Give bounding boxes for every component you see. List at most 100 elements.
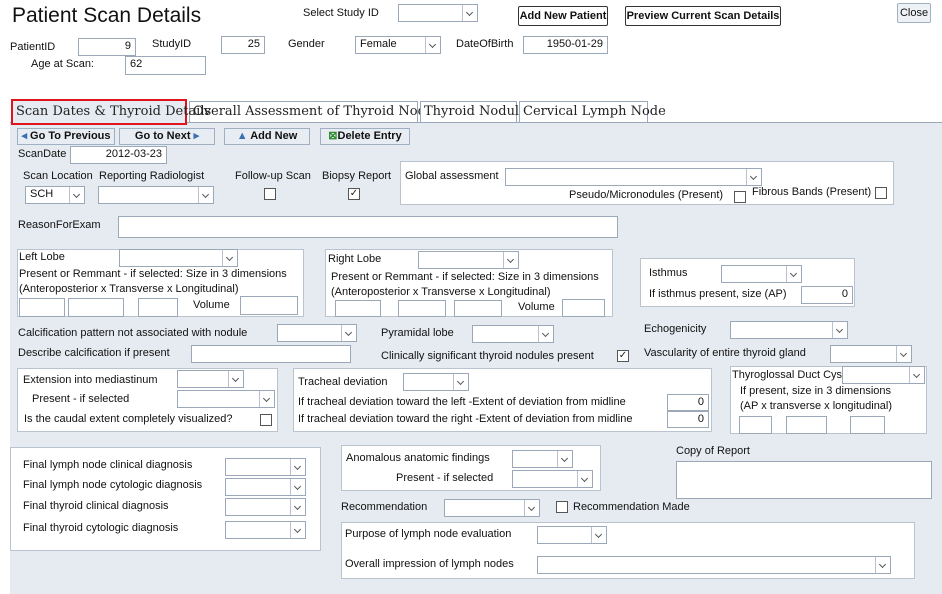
clinically-checkbox[interactable]: ✓ bbox=[617, 350, 629, 362]
tab-scan-dates[interactable]: Scan Dates & Thyroid Details bbox=[11, 99, 211, 125]
chevron-down-icon[interactable] bbox=[503, 252, 518, 268]
chevron-down-icon[interactable] bbox=[557, 451, 572, 467]
chevron-down-icon[interactable] bbox=[259, 391, 274, 407]
mediastinum-combo[interactable] bbox=[177, 370, 244, 388]
chevron-down-icon[interactable] bbox=[453, 374, 468, 390]
chevron-down-icon[interactable] bbox=[425, 37, 440, 53]
vascularity-combo[interactable] bbox=[830, 345, 912, 363]
copy-of-report-field[interactable] bbox=[676, 461, 932, 499]
right-lobe-dim-1[interactable] bbox=[335, 300, 381, 317]
left-lobe-volume[interactable] bbox=[240, 296, 298, 315]
biopsy-checkbox[interactable]: ✓ bbox=[348, 188, 360, 200]
dob-label: DateOfBirth bbox=[456, 38, 514, 50]
thyroglossal-combo[interactable] bbox=[842, 366, 925, 384]
delete-record-icon: ⊠ bbox=[328, 130, 338, 142]
scan-date-field[interactable]: 2012-03-23 bbox=[70, 146, 167, 164]
tracheal-deviation-combo[interactable] bbox=[403, 373, 469, 391]
left-lobe-dim-2[interactable] bbox=[68, 298, 124, 317]
fibrous-checkbox[interactable] bbox=[875, 187, 887, 199]
chevron-down-icon[interactable] bbox=[577, 471, 592, 487]
chevron-down-icon[interactable] bbox=[896, 346, 911, 362]
age-field[interactable]: 62 bbox=[125, 56, 206, 75]
reason-field[interactable] bbox=[118, 216, 618, 238]
pyramidal-combo[interactable] bbox=[472, 325, 554, 343]
go-previous-label: Go To Previous bbox=[30, 130, 111, 142]
anomalous-combo[interactable] bbox=[512, 450, 573, 468]
global-assessment-combo[interactable] bbox=[505, 168, 762, 186]
scan-location-combo[interactable]: SCH bbox=[25, 186, 85, 204]
final-thyroid-cytologic-combo[interactable] bbox=[225, 521, 306, 539]
chevron-down-icon[interactable] bbox=[228, 371, 243, 387]
calc-describe-field[interactable] bbox=[191, 345, 351, 363]
preview-scan-button[interactable]: Preview Current Scan Details bbox=[625, 6, 781, 26]
anomalous-present-combo[interactable] bbox=[512, 470, 593, 488]
left-lobe-present-text: Present or Remmant - if selected: Size i… bbox=[19, 268, 287, 280]
chevron-down-icon[interactable] bbox=[290, 479, 305, 495]
impression-combo[interactable] bbox=[537, 556, 891, 574]
go-previous-button[interactable]: ◂ Go To Previous bbox=[17, 128, 115, 145]
chevron-down-icon[interactable] bbox=[341, 325, 356, 341]
calc-pattern-combo[interactable] bbox=[277, 324, 357, 342]
tab-cervical-lymph-node[interactable]: Cervical Lymph Node bbox=[519, 101, 666, 122]
chevron-down-icon[interactable] bbox=[222, 250, 237, 266]
close-button[interactable]: Close bbox=[897, 3, 931, 23]
right-lobe-volume[interactable] bbox=[562, 299, 605, 317]
chevron-down-icon[interactable] bbox=[909, 367, 924, 383]
isthmus-combo[interactable] bbox=[721, 265, 802, 283]
left-lobe-combo[interactable] bbox=[119, 249, 238, 267]
extension-present-combo[interactable] bbox=[177, 390, 275, 408]
go-next-label: Go to Next bbox=[134, 130, 191, 142]
chevron-down-icon[interactable] bbox=[290, 522, 305, 538]
chevron-down-icon[interactable] bbox=[875, 557, 890, 573]
chevron-down-icon[interactable] bbox=[290, 499, 305, 515]
chevron-down-icon[interactable] bbox=[538, 326, 553, 342]
caudal-checkbox[interactable] bbox=[260, 414, 272, 426]
isthmus-size-field[interactable]: 0 bbox=[801, 286, 853, 304]
chevron-down-icon[interactable] bbox=[591, 527, 606, 543]
delete-entry-button[interactable]: ⊠Delete Entry bbox=[320, 128, 410, 145]
final-lymph-cytologic-combo[interactable] bbox=[225, 478, 306, 496]
thyroglossal-dim-1[interactable] bbox=[739, 416, 772, 434]
tab-overall-assessment[interactable]: Overall Assessment of Thyroid Nodule bbox=[189, 101, 446, 122]
tab-thyroid-nodule[interactable]: Thyroid Nodule bbox=[420, 101, 527, 122]
thyroglossal-dim-2[interactable] bbox=[786, 416, 827, 434]
chevron-down-icon[interactable] bbox=[746, 169, 761, 185]
chevron-down-icon[interactable] bbox=[786, 266, 801, 282]
chevron-down-icon[interactable] bbox=[832, 322, 847, 338]
right-lobe-combo[interactable] bbox=[418, 251, 519, 269]
tracheal-left-field[interactable]: 0 bbox=[667, 394, 709, 411]
pyramidal-label: Pyramidal lobe bbox=[381, 327, 454, 339]
gender-combo[interactable]: Female bbox=[355, 36, 441, 54]
final-thyroid-clinical-combo[interactable] bbox=[225, 498, 306, 516]
add-new-button[interactable]: ▲ Add New bbox=[224, 128, 310, 145]
chevron-down-icon[interactable] bbox=[198, 187, 213, 203]
study-id-field[interactable]: 25 bbox=[221, 36, 265, 54]
purpose-combo[interactable] bbox=[537, 526, 607, 544]
recommendation-made-checkbox[interactable] bbox=[556, 501, 568, 513]
biopsy-label: Biopsy Report bbox=[322, 170, 392, 182]
select-study-combo[interactable] bbox=[398, 4, 478, 22]
pseudo-checkbox[interactable] bbox=[734, 191, 746, 203]
right-lobe-dim-2[interactable] bbox=[398, 300, 446, 317]
tracheal-right-field[interactable]: 0 bbox=[667, 411, 709, 428]
echogenicity-combo[interactable] bbox=[730, 321, 848, 339]
recommendation-combo[interactable] bbox=[444, 499, 540, 517]
followup-checkbox[interactable] bbox=[264, 188, 276, 200]
add-new-patient-button[interactable]: Add New Patient bbox=[518, 6, 608, 26]
patient-id-field[interactable]: 9 bbox=[78, 38, 136, 56]
chevron-down-icon[interactable] bbox=[69, 187, 84, 203]
thyroglossal-dim-3[interactable] bbox=[850, 416, 885, 434]
go-next-button[interactable]: Go to Next ▸ bbox=[119, 128, 215, 145]
chevron-down-icon[interactable] bbox=[462, 5, 477, 21]
chevron-down-icon[interactable] bbox=[290, 459, 305, 475]
right-lobe-dim-3[interactable] bbox=[454, 300, 502, 317]
radiologist-combo[interactable] bbox=[98, 186, 214, 204]
recommendation-made-label: Recommendation Made bbox=[573, 501, 690, 513]
calc-pattern-label: Calcification pattern not associated wit… bbox=[18, 327, 248, 339]
left-lobe-dim-1[interactable] bbox=[19, 298, 65, 317]
left-lobe-dim-3[interactable] bbox=[138, 298, 178, 317]
dob-field[interactable]: 1950-01-29 bbox=[523, 36, 608, 54]
final-lymph-clinical-label: Final lymph node clinical diagnosis bbox=[23, 459, 193, 471]
final-lymph-clinical-combo[interactable] bbox=[225, 458, 306, 476]
chevron-down-icon[interactable] bbox=[524, 500, 539, 516]
